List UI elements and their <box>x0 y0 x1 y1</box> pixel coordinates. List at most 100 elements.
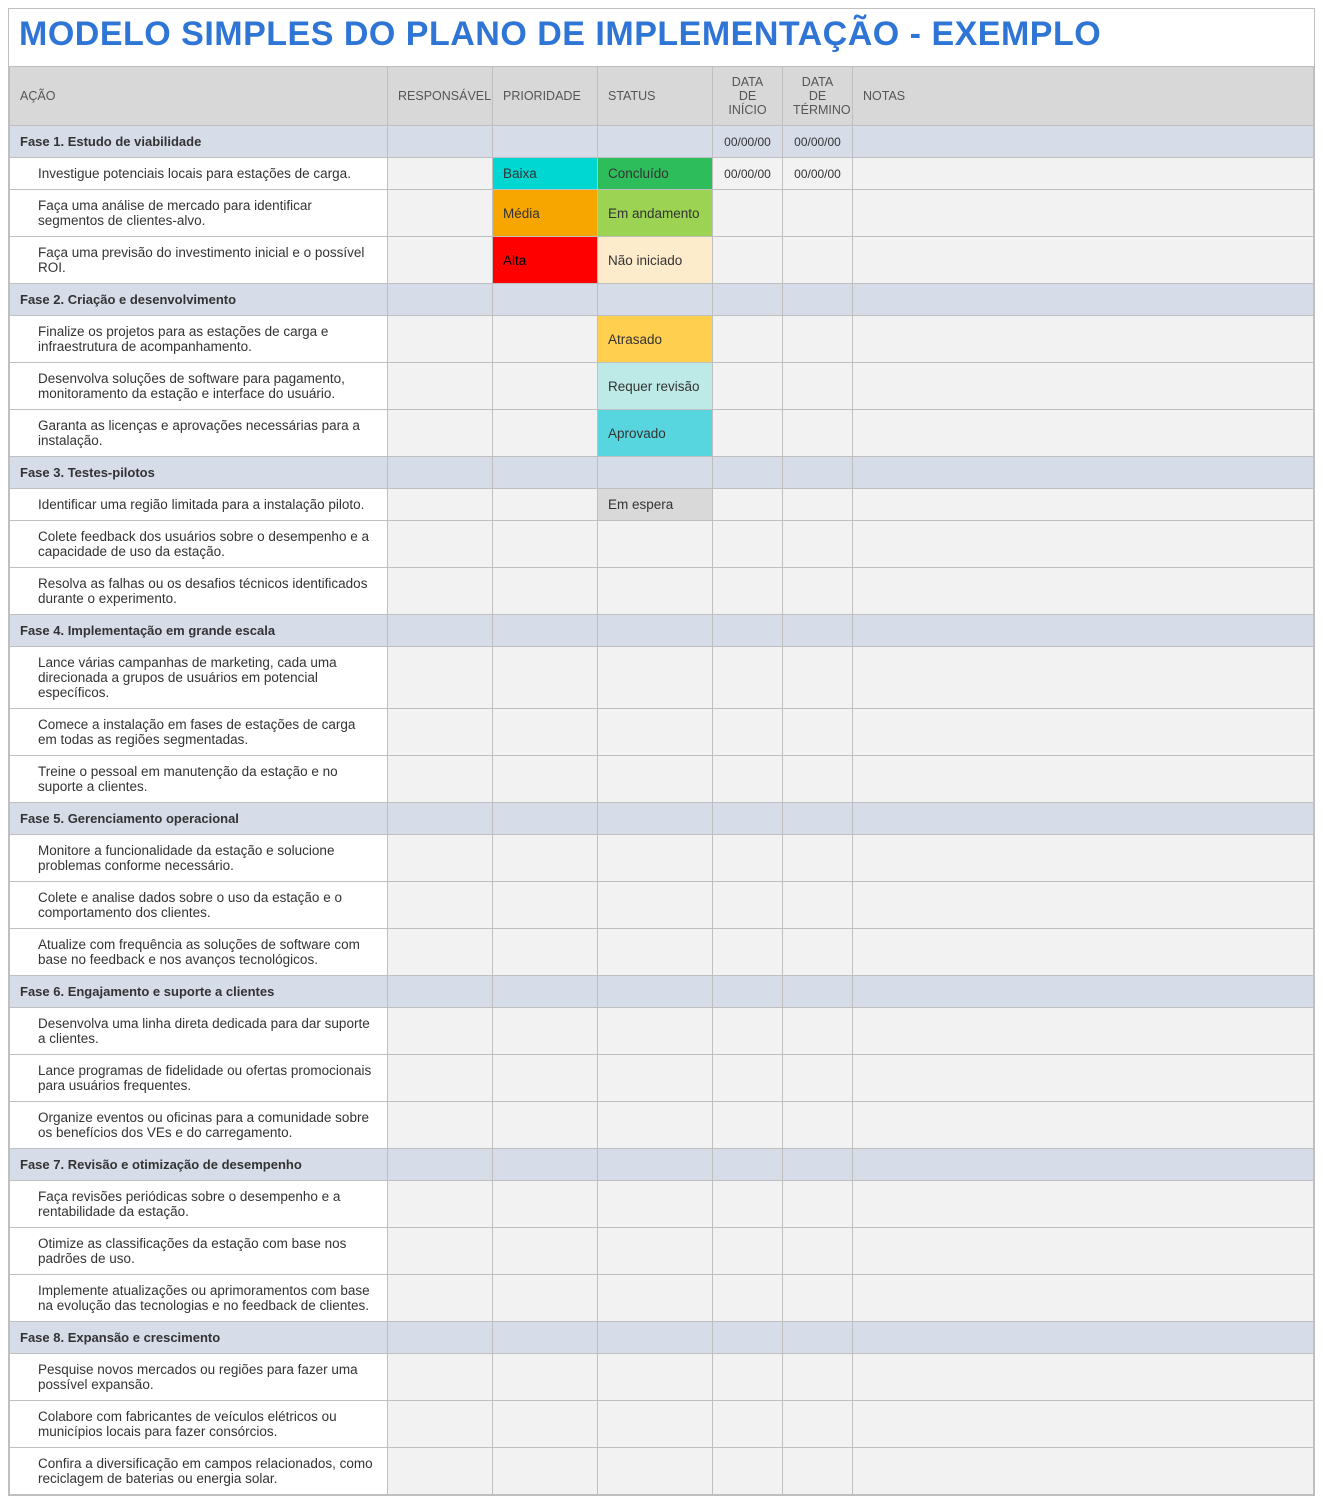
task-notes-cell[interactable] <box>853 1401 1314 1448</box>
task-notes-cell[interactable] <box>853 190 1314 237</box>
task-priority[interactable] <box>493 1354 598 1401</box>
task-start[interactable] <box>713 568 783 615</box>
task-notes-cell[interactable] <box>853 1275 1314 1322</box>
task-end[interactable] <box>783 568 853 615</box>
task-resp-cell[interactable] <box>388 1228 493 1275</box>
task-priority[interactable] <box>493 756 598 803</box>
task-status[interactable] <box>598 1228 713 1275</box>
task-resp-cell[interactable] <box>388 647 493 709</box>
task-notes-cell[interactable] <box>853 158 1314 190</box>
task-priority[interactable] <box>493 1401 598 1448</box>
task-notes-cell[interactable] <box>853 568 1314 615</box>
task-status[interactable] <box>598 1102 713 1149</box>
task-end[interactable] <box>783 489 853 521</box>
task-priority[interactable] <box>493 363 598 410</box>
task-notes-cell[interactable] <box>853 1181 1314 1228</box>
task-priority[interactable]: Baixa <box>493 158 598 190</box>
task-notes-cell[interactable] <box>853 756 1314 803</box>
task-notes-cell[interactable] <box>853 1354 1314 1401</box>
task-status[interactable]: Requer revisão <box>598 363 713 410</box>
task-priority[interactable] <box>493 316 598 363</box>
task-resp-cell[interactable] <box>388 521 493 568</box>
task-end[interactable] <box>783 237 853 284</box>
task-priority[interactable] <box>493 835 598 882</box>
task-start[interactable] <box>713 1008 783 1055</box>
task-resp-cell[interactable] <box>388 929 493 976</box>
task-start[interactable] <box>713 1228 783 1275</box>
task-resp-cell[interactable] <box>388 1448 493 1495</box>
task-resp-cell[interactable] <box>388 1181 493 1228</box>
task-resp-cell[interactable] <box>388 190 493 237</box>
task-status[interactable]: Em espera <box>598 489 713 521</box>
task-end[interactable] <box>783 1055 853 1102</box>
task-priority[interactable] <box>493 1181 598 1228</box>
task-resp-cell[interactable] <box>388 410 493 457</box>
task-start[interactable] <box>713 316 783 363</box>
task-priority[interactable] <box>493 1275 598 1322</box>
task-start[interactable] <box>713 882 783 929</box>
task-priority[interactable] <box>493 1448 598 1495</box>
task-priority[interactable] <box>493 1008 598 1055</box>
task-start[interactable] <box>713 1401 783 1448</box>
task-status[interactable] <box>598 1448 713 1495</box>
task-notes-cell[interactable] <box>853 1228 1314 1275</box>
task-notes-cell[interactable] <box>853 521 1314 568</box>
task-start[interactable] <box>713 410 783 457</box>
task-resp-cell[interactable] <box>388 1055 493 1102</box>
task-notes-cell[interactable] <box>853 316 1314 363</box>
task-resp-cell[interactable] <box>388 882 493 929</box>
task-priority[interactable]: Média <box>493 190 598 237</box>
task-notes-cell[interactable] <box>853 929 1314 976</box>
task-end[interactable] <box>783 709 853 756</box>
task-resp-cell[interactable] <box>388 316 493 363</box>
task-status[interactable] <box>598 756 713 803</box>
task-resp-cell[interactable] <box>388 1401 493 1448</box>
task-status[interactable] <box>598 568 713 615</box>
task-start[interactable] <box>713 929 783 976</box>
task-status[interactable] <box>598 647 713 709</box>
task-priority[interactable] <box>493 1102 598 1149</box>
task-priority[interactable] <box>493 410 598 457</box>
task-start[interactable] <box>713 489 783 521</box>
task-status[interactable] <box>598 709 713 756</box>
task-resp-cell[interactable] <box>388 158 493 190</box>
task-priority[interactable]: Alta <box>493 237 598 284</box>
task-notes-cell[interactable] <box>853 1008 1314 1055</box>
task-start[interactable] <box>713 1102 783 1149</box>
task-end[interactable] <box>783 1275 853 1322</box>
task-resp-cell[interactable] <box>388 1008 493 1055</box>
task-end[interactable] <box>783 1008 853 1055</box>
task-resp-cell[interactable] <box>388 237 493 284</box>
task-notes-cell[interactable] <box>853 882 1314 929</box>
task-notes-cell[interactable] <box>853 1448 1314 1495</box>
task-priority[interactable] <box>493 882 598 929</box>
task-end[interactable] <box>783 1354 853 1401</box>
task-resp-cell[interactable] <box>388 756 493 803</box>
task-status[interactable] <box>598 1275 713 1322</box>
task-start[interactable]: 00/00/00 <box>713 158 783 190</box>
task-start[interactable] <box>713 190 783 237</box>
task-start[interactable] <box>713 237 783 284</box>
task-end[interactable] <box>783 1401 853 1448</box>
task-start[interactable] <box>713 521 783 568</box>
task-resp-cell[interactable] <box>388 363 493 410</box>
task-resp-cell[interactable] <box>388 1102 493 1149</box>
task-end[interactable]: 00/00/00 <box>783 158 853 190</box>
task-end[interactable] <box>783 835 853 882</box>
task-priority[interactable] <box>493 1055 598 1102</box>
task-resp-cell[interactable] <box>388 568 493 615</box>
task-notes-cell[interactable] <box>853 1055 1314 1102</box>
task-end[interactable] <box>783 363 853 410</box>
task-start[interactable] <box>713 1354 783 1401</box>
task-priority[interactable] <box>493 709 598 756</box>
task-resp-cell[interactable] <box>388 489 493 521</box>
task-start[interactable] <box>713 756 783 803</box>
task-priority[interactable] <box>493 521 598 568</box>
task-start[interactable] <box>713 647 783 709</box>
task-status[interactable] <box>598 835 713 882</box>
task-status[interactable] <box>598 1401 713 1448</box>
task-end[interactable] <box>783 929 853 976</box>
task-resp-cell[interactable] <box>388 835 493 882</box>
task-notes-cell[interactable] <box>853 835 1314 882</box>
task-priority[interactable] <box>493 568 598 615</box>
